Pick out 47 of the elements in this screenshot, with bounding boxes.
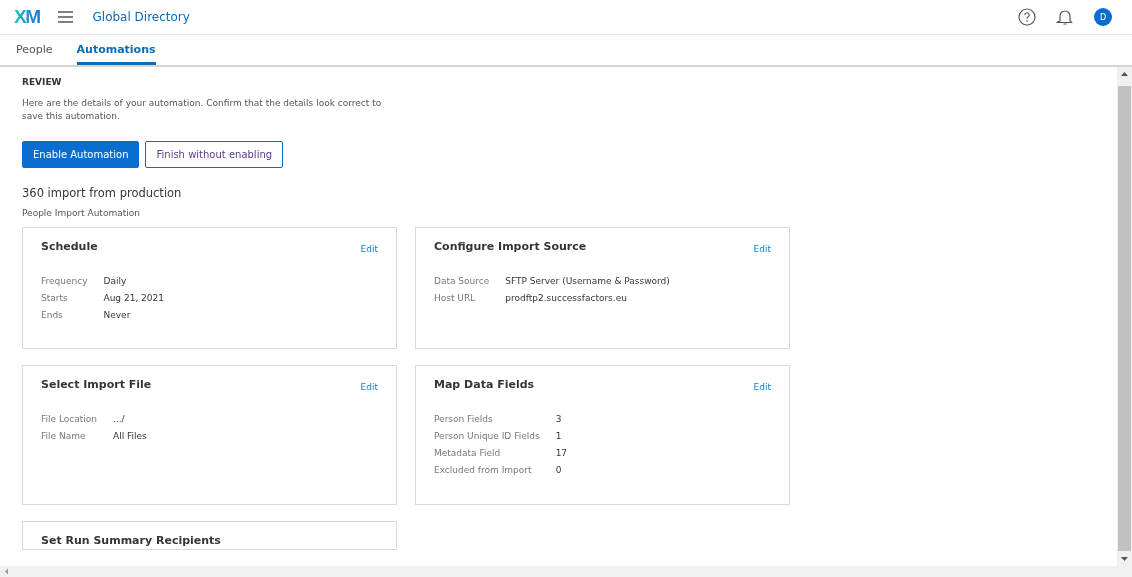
tab[interactable]: Automations <box>76 35 156 65</box>
field-label: File Name <box>41 431 87 441</box>
field-label: Excluded from Import <box>434 465 533 475</box>
enable-button[interactable]: Enable Automation <box>22 141 140 168</box>
section-heading: REVIEW <box>22 77 63 87</box>
help-icon[interactable] <box>1018 8 1036 26</box>
edit-link[interactable]: Edit <box>753 244 771 254</box>
horizontal-scrollbar[interactable] <box>0 566 1132 577</box>
field-label: Person Unique ID Fields <box>434 431 540 441</box>
field-label: Person Fields <box>434 414 494 424</box>
field-label: File Location <box>41 414 97 424</box>
user-avatar[interactable]: D <box>1094 8 1112 26</box>
automation-name: 360 import from production <box>22 186 183 200</box>
bell-icon[interactable] <box>1056 8 1074 26</box>
field-label: Starts <box>41 293 69 303</box>
scrollbar-thumb[interactable] <box>1118 86 1131 551</box>
field-value: SFTP Server (Username & Password) <box>505 276 671 286</box>
tab[interactable]: People <box>16 35 53 65</box>
field-value: prodftp2.successfactors.eu <box>505 293 628 303</box>
card-title: Set Run Summary Recipients <box>41 534 221 547</box>
field-label: Host URL <box>434 293 477 303</box>
edit-link[interactable]: Edit <box>753 382 771 392</box>
field-label: Data Source <box>434 276 490 286</box>
card-title: Select Import File <box>41 378 152 391</box>
card-title: Map Data Fields <box>434 378 535 391</box>
description: Here are the details of your automation. Confirm that the details look correct to save this automation. <box>22 97 383 123</box>
field-value: 1 <box>555 431 563 441</box>
edit-link[interactable]: Edit <box>360 382 378 392</box>
field-value: .../ <box>113 414 126 424</box>
field-value: Daily <box>103 276 128 286</box>
field-label: Frequency <box>41 276 88 286</box>
field-label: Ends <box>41 310 64 320</box>
app-title: Global Directory <box>92 10 190 24</box>
field-value: Never <box>103 310 132 320</box>
field-label: Metadata Field <box>434 448 502 458</box>
field-value: All Files <box>113 431 148 441</box>
automation-type: People Import Automation <box>22 208 141 218</box>
field-value: 3 <box>555 414 563 424</box>
card-title: Schedule <box>41 240 98 253</box>
menu-icon[interactable] <box>57 11 73 23</box>
edit-link[interactable]: Edit <box>360 244 378 254</box>
field-value: 17 <box>555 448 569 458</box>
field-value: Aug 21, 2021 <box>103 293 165 303</box>
card-title: Configure Import Source <box>434 240 587 253</box>
vertical-scrollbar[interactable] <box>1117 67 1132 566</box>
field-value: 0 <box>555 465 563 475</box>
finish-button[interactable]: Finish without enabling <box>145 141 284 168</box>
